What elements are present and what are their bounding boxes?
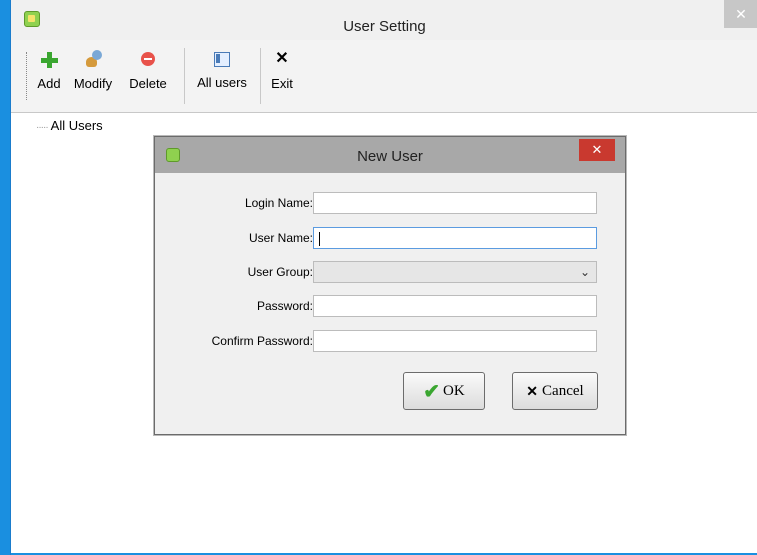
user-group-select[interactable]: ⌄ — [313, 261, 597, 283]
text-caret — [319, 232, 320, 246]
toolbar-separator — [184, 48, 185, 104]
confirm-password-row: Confirm Password: — [163, 330, 617, 352]
window-close-button[interactable]: ✕ — [724, 0, 757, 28]
users-edit-icon — [84, 50, 102, 68]
tree-connector: ····· — [36, 122, 49, 133]
close-icon: ✕ — [526, 382, 539, 399]
all-users-button-label: All users — [197, 75, 247, 90]
user-group-row: User Group: ⌄ — [163, 261, 617, 283]
delete-button-label: Delete — [129, 76, 167, 91]
cancel-button-label: Cancel — [542, 382, 584, 399]
login-name-row: Login Name: — [163, 192, 617, 214]
modify-button[interactable]: Modify — [70, 50, 116, 106]
tree-item-all-users[interactable]: All Users — [51, 118, 103, 133]
dialog-close-button[interactable]: ✕ — [579, 139, 615, 161]
dialog-title-bar[interactable]: New User ✕ — [155, 137, 625, 173]
checkmark-icon: ✔ — [423, 380, 441, 403]
add-button-label: Add — [37, 76, 61, 91]
modify-button-label: Modify — [73, 76, 113, 91]
all-users-button[interactable]: All users — [193, 50, 251, 106]
x-icon: ✕ — [275, 50, 289, 67]
dialog-body: Login Name: User Name: User Group: ⌄ Pas… — [163, 173, 617, 426]
exit-button[interactable]: ✕ Exit — [267, 50, 297, 106]
add-button[interactable]: Add — [35, 50, 63, 106]
confirm-password-input[interactable] — [313, 330, 597, 352]
password-row: Password: — [163, 295, 617, 317]
exit-button-label: Exit — [271, 76, 293, 91]
confirm-password-label: Confirm Password: — [211, 334, 313, 348]
cancel-button[interactable]: ✕ Cancel — [512, 372, 598, 410]
delete-button[interactable]: Delete — [125, 50, 171, 106]
ok-button-label: OK — [443, 382, 465, 399]
login-name-input[interactable] — [313, 192, 597, 214]
ok-button[interactable]: ✔ OK — [403, 372, 485, 410]
window-title: User Setting — [343, 18, 426, 35]
chevron-down-icon: ⌄ — [579, 265, 590, 279]
user-name-label: User Name: — [248, 231, 313, 245]
password-input[interactable] — [313, 295, 597, 317]
login-name-label: Login Name: — [244, 196, 313, 210]
new-user-dialog: New User ✕ Login Name: User Name: User G… — [154, 136, 626, 435]
user-tree: ····· All Users — [36, 118, 103, 133]
password-label: Password: — [256, 299, 313, 313]
minus-circle-icon — [139, 50, 157, 68]
toolbar: Add Modify Delete All users ✕ Exit — [11, 40, 757, 113]
dialog-title: New User — [357, 148, 423, 165]
toolbar-grip[interactable] — [26, 52, 31, 100]
toolbar-separator — [260, 48, 261, 104]
user-name-row: User Name: — [163, 227, 617, 249]
plus-icon — [40, 50, 58, 68]
user-group-label: User Group: — [247, 265, 313, 279]
list-window-icon — [214, 52, 230, 67]
title-bar[interactable]: User Setting ✕ — [11, 0, 757, 40]
user-name-input[interactable] — [313, 227, 597, 249]
